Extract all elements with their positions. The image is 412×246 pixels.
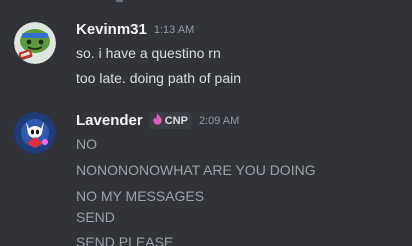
user-avatar[interactable]	[14, 112, 56, 154]
message-text: NONONONOWHAT ARE YOU DOING	[76, 162, 316, 178]
username[interactable]: Lavender	[76, 112, 143, 129]
message-text: NO MY MESSAGES	[76, 188, 205, 204]
username[interactable]: Kevinm31	[76, 21, 147, 38]
message-group: Lavender CNP 2:09 AM NO NONONONOWHAT ARE…	[0, 100, 412, 246]
knight-avatar-icon	[14, 112, 56, 154]
message-text: SEND	[76, 209, 115, 225]
message-timestamp: 2:09 AM	[198, 114, 240, 127]
message-text: so. i have a questino rn	[76, 45, 221, 61]
flame-icon	[152, 113, 163, 128]
green-cat-avatar-icon	[14, 22, 56, 64]
guild-tag-label: CNP	[164, 114, 188, 127]
message-group: Kevinm31 1:13 AM so. i have a questino r…	[0, 0, 412, 100]
message-text: SEND PLEASE	[76, 234, 174, 246]
message-text: NO	[76, 136, 97, 152]
message-text: too late. doing path of pain	[76, 70, 242, 86]
user-avatar[interactable]	[14, 22, 56, 64]
message-timestamp: 1:13 AM	[153, 23, 195, 36]
guild-tag-badge[interactable]: CNP	[148, 112, 192, 129]
